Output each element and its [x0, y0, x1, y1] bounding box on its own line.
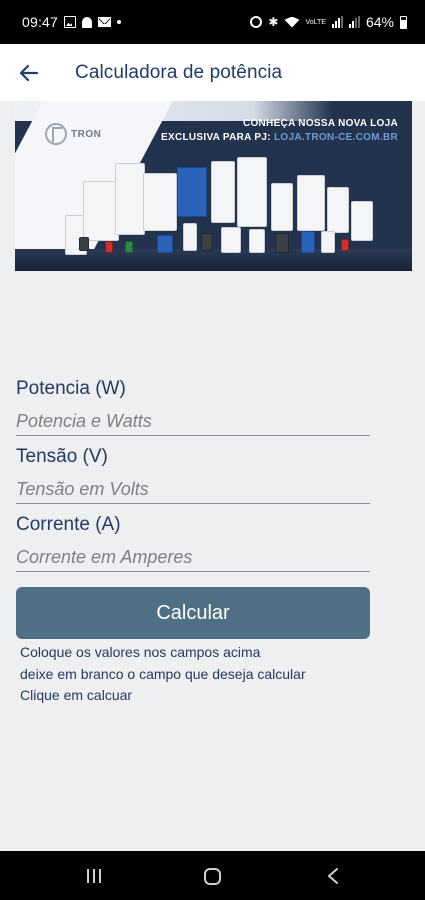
voltage-field: Tensão (V): [16, 438, 370, 506]
banner-store-url: LOJA.TRON-CE.COM.BR: [273, 132, 398, 143]
current-input[interactable]: [16, 544, 370, 572]
help-line-3: Clique em calcuar: [20, 687, 133, 703]
power-calculator-form: Potencia (W) Tensão (V) Corrente (A): [16, 370, 370, 574]
recents-bar-icon: [87, 869, 89, 883]
page-title: Calculadora de potência: [75, 61, 283, 83]
battery-percent: 64%: [365, 14, 394, 30]
mail-notification-icon: [98, 17, 112, 27]
wifi-icon: [284, 16, 300, 28]
product-image: [65, 153, 375, 263]
power-input[interactable]: [16, 408, 370, 436]
tron-logo: TRON: [45, 123, 101, 145]
voltage-input[interactable]: [16, 476, 370, 504]
current-field: Corrente (A): [16, 506, 370, 574]
tron-logo-text: TRON: [71, 128, 102, 140]
calculate-button[interactable]: Calcular: [16, 587, 370, 639]
arrow-left-icon: [19, 64, 39, 81]
banner-headline: CONHEÇA NOSSA NOVA LOJA EXCLUSIVA PARA P…: [161, 117, 398, 145]
home-icon: [203, 867, 221, 885]
app-bar: Calculadora de potência: [0, 44, 425, 101]
home-button[interactable]: [192, 863, 232, 889]
gallery-notification-icon: [64, 16, 77, 28]
more-notifications-dot-icon: [117, 20, 122, 24]
chevron-left-icon: [328, 868, 338, 884]
help-line-1: Coloque os valores nos campos acima: [20, 644, 261, 660]
recents-bar-icon: [93, 869, 95, 883]
voltage-field-label: Tensão (V): [16, 446, 108, 467]
recents-bar-icon: [99, 869, 101, 883]
status-time: 09:47: [22, 14, 59, 30]
system-back-button[interactable]: [313, 863, 353, 889]
tron-logo-icon: [45, 123, 67, 145]
signal-strength-icon: [331, 16, 343, 28]
signal-strength-2-icon: [348, 16, 360, 28]
current-field-label: Corrente (A): [16, 514, 121, 535]
banner-headline-line1: CONHEÇA NOSSA NOVA LOJA: [242, 118, 398, 129]
recent-apps-button[interactable]: [74, 863, 114, 889]
volte-icon: VoLTE: [305, 18, 326, 26]
help-line-2: deixe em branco o campo que deseja calcu…: [20, 665, 306, 682]
status-right: ✱ VoLTE 64%: [250, 14, 407, 30]
system-navigation-bar: [0, 851, 425, 900]
banner-headline-line2: EXCLUSIVA PARA PJ: LOJA.TRON-CE.COM.BR: [161, 131, 398, 145]
status-left: 09:47: [22, 14, 122, 30]
battery-icon: [400, 15, 407, 29]
back-button[interactable]: [0, 44, 56, 101]
bluetooth-icon: ✱: [268, 15, 279, 29]
power-field-label: Potencia (W): [16, 378, 126, 399]
power-field: Potencia (W): [16, 370, 370, 438]
banner-headline-prefix: EXCLUSIVA PARA PJ:: [161, 132, 271, 143]
alarm-icon: [250, 16, 263, 28]
help-text: Coloque os valores nos campos acima deix…: [20, 642, 306, 707]
bell-notification-icon: [82, 16, 93, 28]
promo-banner[interactable]: TRON CONHEÇA NOSSA NOVA LOJA EXCLUSIVA P…: [15, 101, 412, 271]
status-bar: 09:47 ✱ VoLTE 64%: [0, 0, 425, 44]
